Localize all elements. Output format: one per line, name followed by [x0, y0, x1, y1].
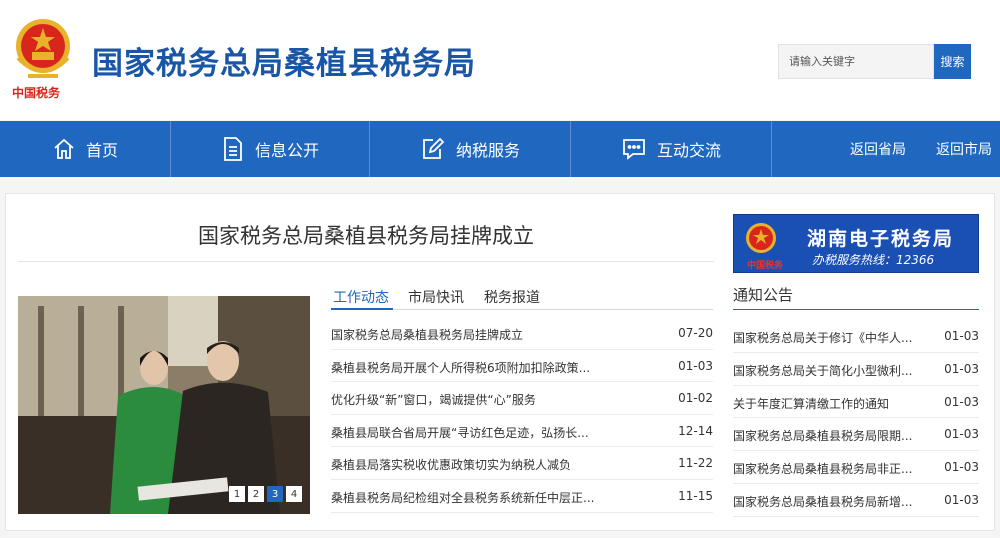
news-slideshow[interactable]: 1 2 3 4 [18, 296, 310, 514]
slideshow-photo [18, 296, 310, 514]
notice-title[interactable]: 国家税务总局桑植县税务局新增... [733, 493, 925, 510]
edit-icon [420, 136, 446, 162]
nav-label: 首页 [85, 141, 118, 160]
notice-date: 01-03 [944, 329, 979, 343]
tab-work-updates[interactable]: 工作动态 [333, 287, 389, 307]
banner-brand-text: 中国税务 [747, 261, 784, 271]
notice-heading[interactable]: 通知公告 [733, 284, 793, 305]
notice-title[interactable]: 国家税务总局桑植县税务局限期... [733, 427, 925, 444]
news-date: 07-20 [678, 326, 713, 340]
slide-page-4[interactable]: 4 [286, 486, 302, 502]
slide-page-2[interactable]: 2 [248, 486, 264, 502]
notice-title[interactable]: 国家税务总局桑植县税务局非正... [733, 460, 925, 477]
slide-page-3[interactable]: 3 [267, 486, 283, 502]
main-nav: 首页 信息公开 纳税服务 互动交流 返回省局 返回市局 [0, 121, 1000, 177]
news-date: 11-15 [678, 488, 713, 503]
notice-title[interactable]: 国家税务总局关于简化小型微利... [733, 362, 925, 379]
nav-item-home[interactable]: 首页 [0, 121, 170, 177]
notice-item[interactable]: 国家税务总局关于简化小型微利... 01-03 [733, 353, 979, 386]
news-item[interactable]: 桑植县税务局纪检组对全县税务系统新任中层正... 11-15 [331, 480, 713, 513]
notice-date: 01-03 [944, 492, 979, 507]
notice-item[interactable]: 国家税务总局桑植县税务局新增... 01-03 [733, 484, 979, 517]
site-title[interactable]: 国家税务总局桑植县税务局 [92, 38, 476, 83]
news-item[interactable]: 桑植县局联合省局开展“寻访红色足迹，弘扬长... 12-14 [331, 415, 713, 448]
search-input[interactable] [778, 44, 934, 79]
tax-emblem-logo[interactable]: 中国税务 [8, 14, 78, 104]
chat-icon [621, 137, 647, 161]
slideshow-pager: 1 2 3 4 [229, 486, 302, 502]
notice-list: 国家税务总局关于修订《中华人... 01-03 国家税务总局关于简化小型微利..… [733, 320, 979, 517]
news-list: 国家税务总局桑植县税务局挂牌成立 07-20 桑植县税务局开展个人所得税6项附加… [331, 317, 713, 513]
news-item[interactable]: 桑植县税务局开展个人所得税6项附加扣除政策... 01-03 [331, 350, 713, 383]
content-panel: 国家税务总局桑植县税务局挂牌成立 1 2 3 4 工作动态 市局快讯 税务报道 … [5, 193, 995, 531]
news-date: 12-14 [678, 423, 713, 438]
news-title[interactable]: 桑植县税务局开展个人所得税6项附加扣除政策... [331, 359, 631, 376]
notice-header: 通知公告 [733, 282, 979, 310]
news-title[interactable]: 优化升级“新”窗口，竭诚提供“心”服务 [331, 391, 631, 408]
news-date: 11-22 [678, 456, 713, 471]
notice-date: 01-03 [944, 394, 979, 409]
nav-label: 纳税服务 [455, 141, 520, 160]
notice-title[interactable]: 国家税务总局关于修订《中华人... [733, 329, 925, 346]
active-tab-indicator [331, 308, 393, 310]
notice-title[interactable]: 关于年度汇算清缴工作的通知 [733, 395, 925, 412]
divider [18, 261, 714, 262]
news-item[interactable]: 国家税务总局桑植县税务局挂牌成立 07-20 [331, 317, 713, 350]
news-item[interactable]: 优化升级“新”窗口，竭诚提供“心”服务 01-02 [331, 382, 713, 415]
news-date: 01-03 [678, 358, 713, 373]
notice-item[interactable]: 关于年度汇算清缴工作的通知 01-03 [733, 386, 979, 419]
notice-item[interactable]: 国家税务总局桑植县税务局非正... 01-03 [733, 451, 979, 484]
nav-label: 信息公开 [254, 141, 319, 160]
banner-title: 湖南电子税务局 [807, 228, 955, 250]
headline-link[interactable]: 国家税务总局桑植县税务局挂牌成立 [6, 220, 726, 250]
nav-divider [771, 121, 772, 177]
nav-item-back-city[interactable]: 返回市局 [924, 121, 1000, 177]
tab-city-bureau-news[interactable]: 市局快讯 [408, 287, 464, 307]
news-item[interactable]: 桑植县局落实税收优惠政策切实为纳税人减负 11-22 [331, 447, 713, 480]
nav-label: 互动交流 [656, 141, 721, 160]
news-title[interactable]: 国家税务总局桑植县税务局挂牌成立 [331, 326, 631, 343]
nav-item-back-province[interactable]: 返回省局 [836, 121, 920, 177]
news-tabs: 工作动态 市局快讯 税务报道 [331, 284, 713, 310]
notice-item[interactable]: 国家税务总局关于修订《中华人... 01-03 [733, 320, 979, 353]
nav-item-info-disclosure[interactable]: 信息公开 [171, 121, 369, 177]
logo-brand-text: 中国税务 [12, 86, 61, 100]
banner-hotline: 办税服务热线：12366 [812, 253, 935, 267]
news-title[interactable]: 桑植县局联合省局开展“寻访红色足迹，弘扬长... [331, 424, 631, 441]
search-button[interactable]: 搜索 [934, 44, 971, 79]
nav-item-interaction[interactable]: 互动交流 [571, 121, 771, 177]
document-icon [221, 136, 245, 162]
news-date: 01-02 [678, 391, 713, 406]
slide-page-1[interactable]: 1 [229, 486, 245, 502]
news-title[interactable]: 桑植县局落实税收优惠政策切实为纳税人减负 [331, 456, 631, 473]
notice-item[interactable]: 国家税务总局桑植县税务局限期... 01-03 [733, 418, 979, 452]
notice-date: 01-03 [944, 460, 979, 475]
notice-date: 01-03 [944, 427, 979, 442]
site-header: 中国税务 国家税务总局桑植县税务局 搜索 [0, 0, 1000, 120]
notice-date: 01-03 [944, 361, 979, 376]
hunan-etax-banner[interactable]: 中国税务 湖南电子税务局 办税服务热线：12366 [733, 214, 979, 273]
tax-emblem-icon [746, 223, 776, 253]
news-title[interactable]: 桑植县税务局纪检组对全县税务系统新任中层正... [331, 489, 631, 506]
tab-tax-reports[interactable]: 税务报道 [484, 287, 540, 307]
nav-item-tax-service[interactable]: 纳税服务 [370, 121, 570, 177]
home-icon [52, 137, 76, 161]
